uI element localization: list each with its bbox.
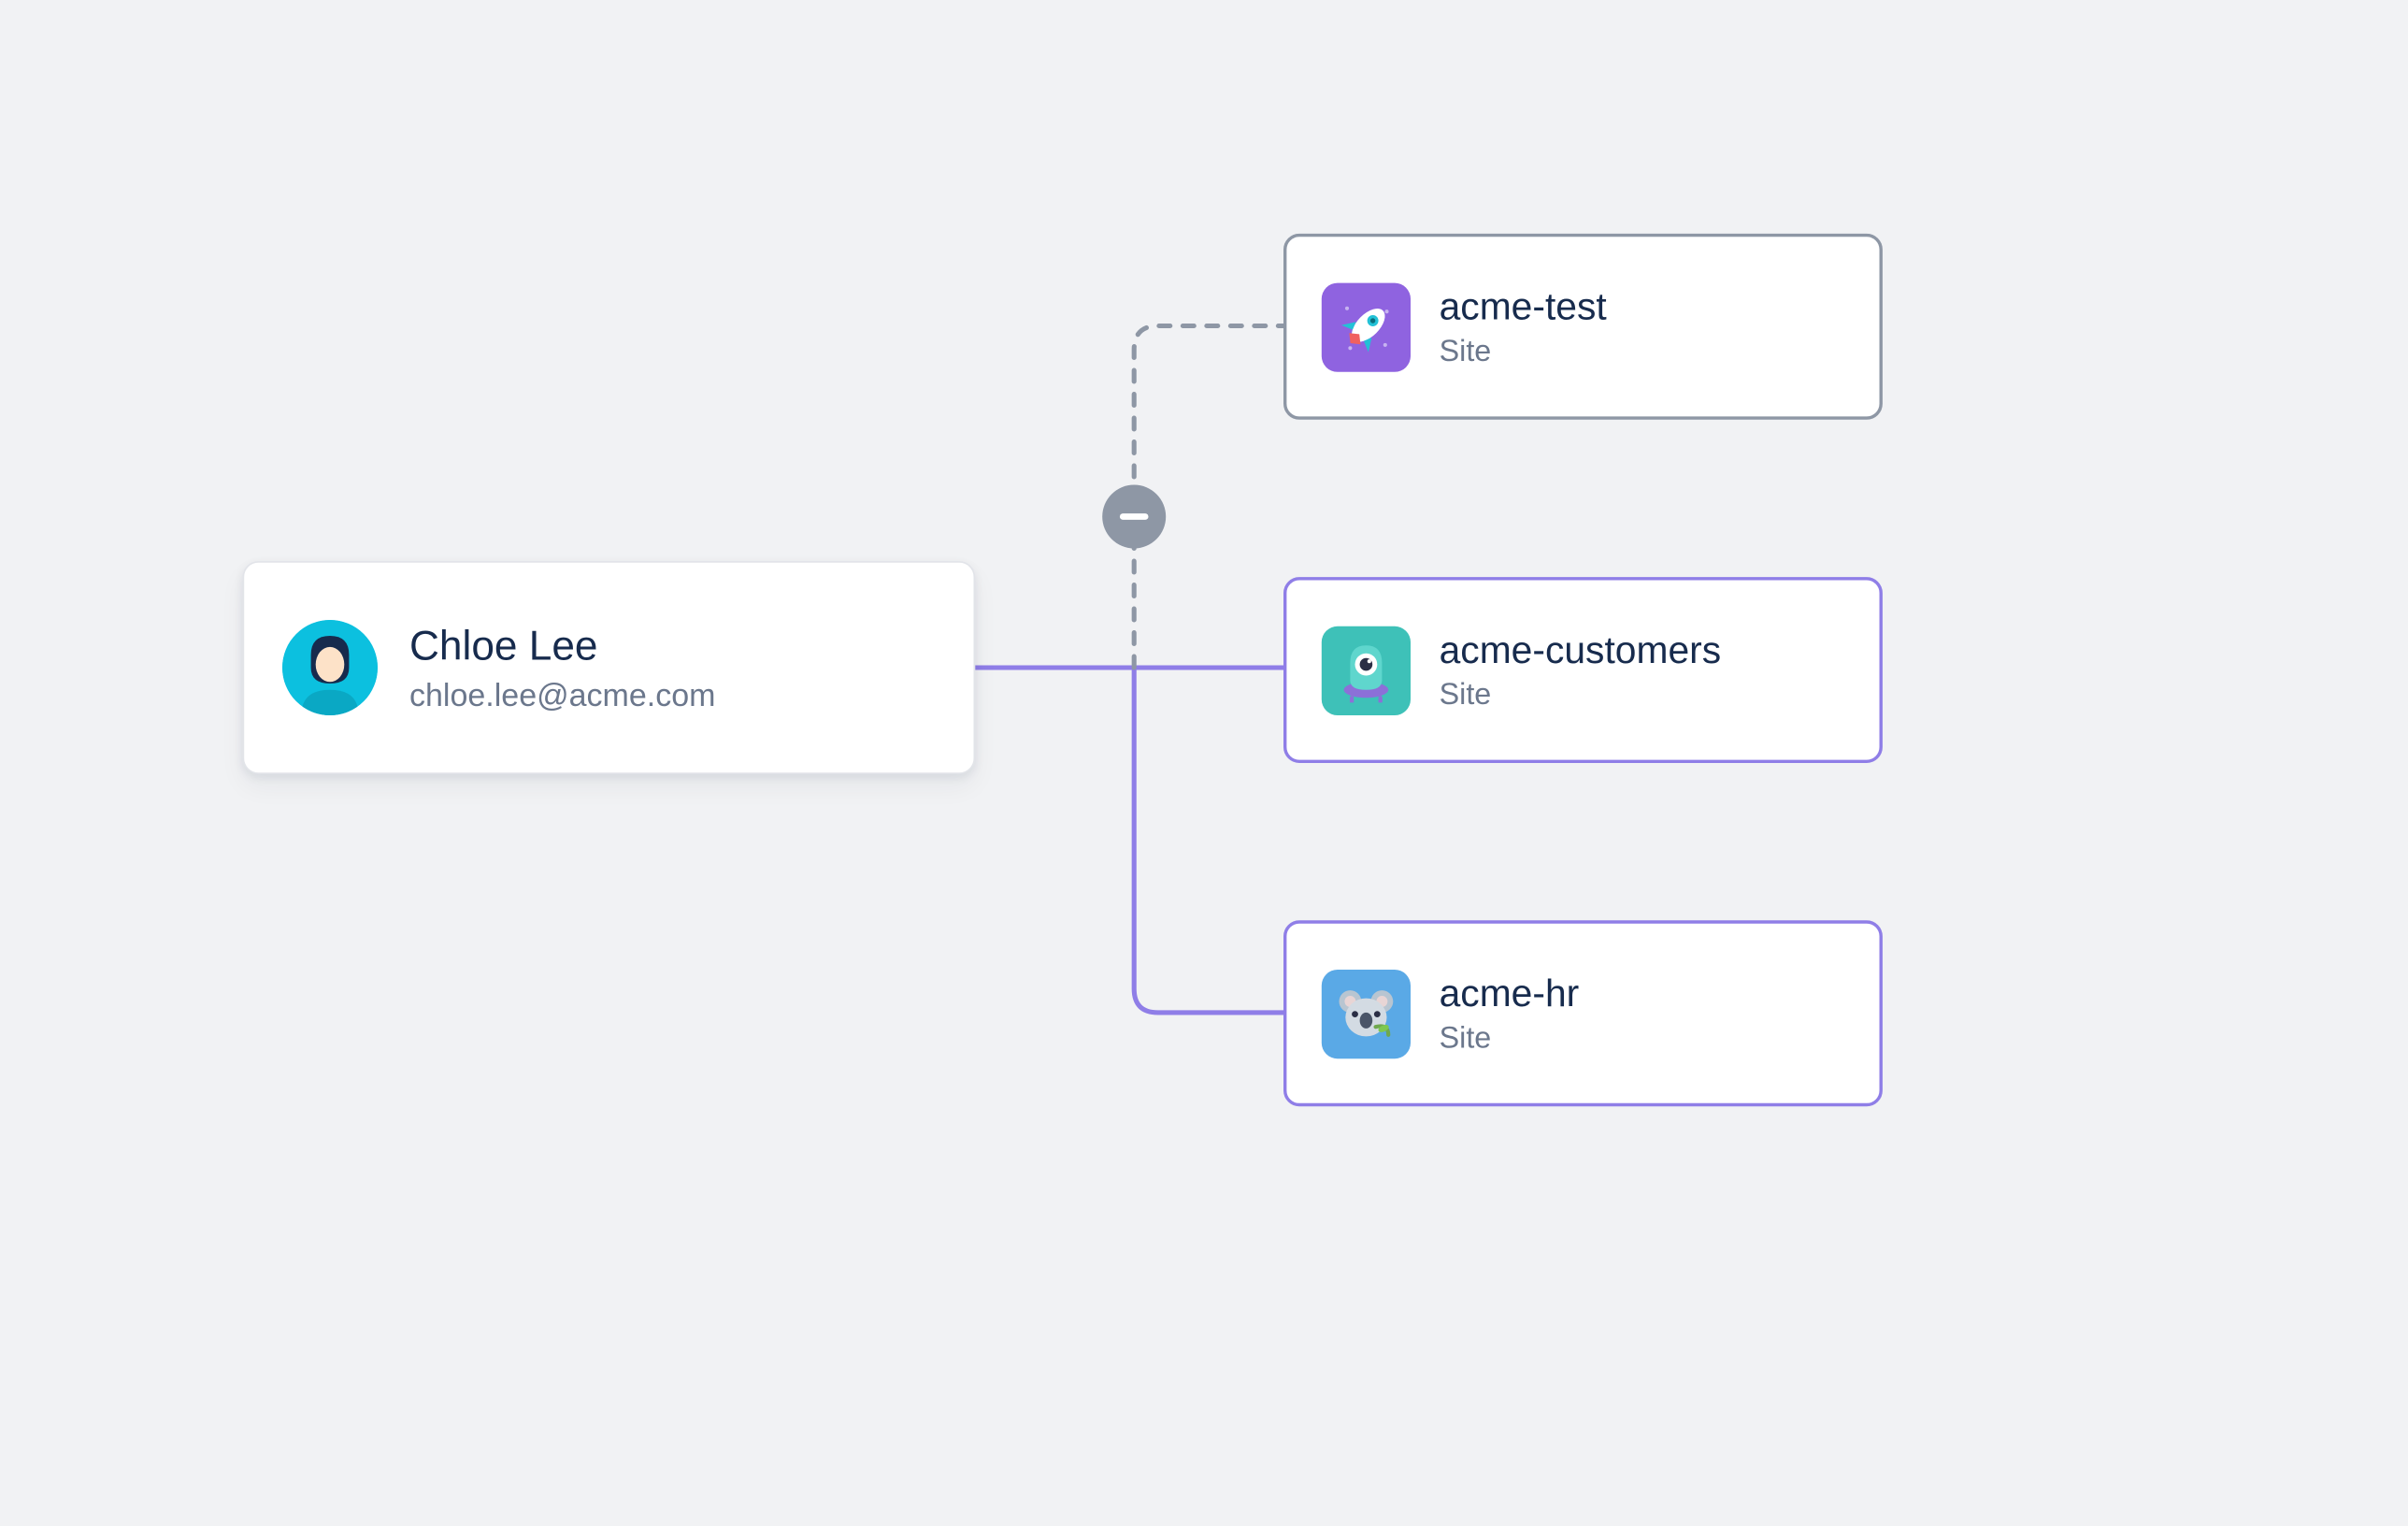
site-card-acme-hr[interactable]: acme-hr Site <box>1283 920 1883 1106</box>
user-email: chloe.lee@acme.com <box>409 680 715 716</box>
site-name: acme-customers <box>1440 627 1722 675</box>
site-type: Site <box>1440 1021 1580 1056</box>
user-name: Chloe Lee <box>409 619 715 672</box>
site-type: Site <box>1440 335 1607 369</box>
user-avatar-icon <box>282 620 378 715</box>
user-card[interactable]: Chloe Lee chloe.lee@acme.com <box>242 561 975 774</box>
site-card-acme-customers[interactable]: acme-customers Site <box>1283 577 1883 763</box>
site-card-acme-test[interactable]: acme-test Site <box>1283 234 1883 420</box>
site-name: acme-test <box>1440 283 1607 331</box>
alien-icon <box>1322 626 1411 714</box>
diagram-canvas: Chloe Lee chloe.lee@acme.com acme-test <box>1 0 2407 1526</box>
site-name: acme-hr <box>1440 971 1580 1018</box>
koala-icon <box>1322 969 1411 1058</box>
disconnected-indicator <box>1102 485 1166 549</box>
rocket-icon <box>1322 282 1411 371</box>
site-type: Site <box>1440 678 1722 713</box>
